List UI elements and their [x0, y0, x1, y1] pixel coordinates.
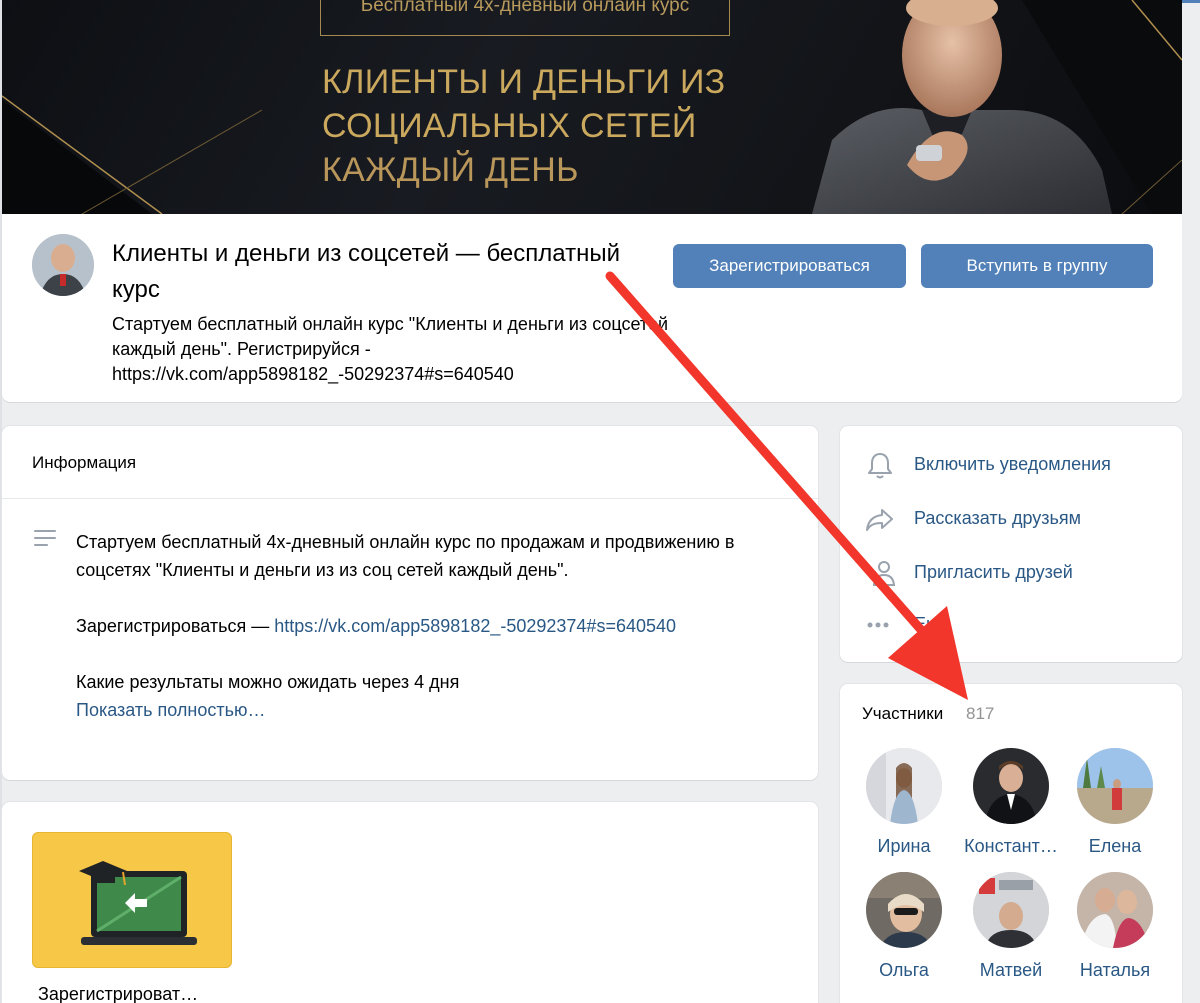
invite-friends-action[interactable]: Пригласить друзей — [864, 558, 1164, 588]
group-header: Бесплатный 4х-дневный онлайн курс КЛИЕНТ… — [2, 0, 1182, 402]
app-tile[interactable] — [32, 832, 232, 968]
member-item[interactable]: Ирина — [854, 748, 954, 857]
cover-title: КЛИЕНТЫ И ДЕНЬГИ ИЗ СОЦИАЛЬНЫХ СЕТЕЙ КАЖ… — [322, 60, 782, 192]
member-avatar — [1077, 872, 1153, 948]
register-link[interactable]: https://vk.com/app5898182_-50292374#s=64… — [274, 616, 676, 636]
member-item[interactable]: Ольга — [854, 872, 954, 981]
enable-notifications-label: Включить уведомления — [914, 454, 1111, 474]
info-card-title: Информация — [2, 426, 818, 499]
invite-friends-label: Пригласить друзей — [914, 562, 1073, 582]
cover-title-line-3: КАЖДЫЙ ДЕНЬ — [322, 151, 579, 189]
members-card: Участники 817 Ирина Констант… Елена Ольг… — [840, 684, 1182, 1003]
group-actions-card: Включить уведомления Рассказать друзьям … — [840, 426, 1182, 662]
register-prefix: Зарегистрироваться — — [76, 616, 275, 636]
member-name: Ирина — [877, 836, 931, 856]
member-item[interactable]: Матвей — [961, 872, 1061, 981]
show-more-link[interactable]: Показать полностью… — [76, 696, 796, 724]
member-name: Наталья — [1079, 960, 1151, 980]
member-avatar — [866, 748, 942, 824]
laptop-graduation-icon — [79, 861, 197, 945]
info-paragraph-1: Стартуем бесплатный 4х-дневный онлайн ку… — [76, 532, 735, 580]
more-dots-icon — [867, 622, 889, 628]
share-arrow-icon — [866, 509, 893, 531]
share-label: Рассказать друзьям — [914, 508, 1082, 528]
more-label: Ещё — [914, 614, 951, 634]
members-title[interactable]: Участники — [862, 704, 943, 724]
info-description: Стартуем бесплатный 4х-дневный онлайн ку… — [76, 528, 796, 724]
cover-title-line-2: СОЦИАЛЬНЫХ СЕТЕЙ — [322, 107, 697, 145]
cover-portrait-photo — [812, 0, 1112, 214]
group-avatar[interactable] — [32, 234, 94, 296]
more-action[interactable]: Ещё — [864, 610, 1164, 640]
member-avatar — [973, 748, 1049, 824]
cover-course-badge: Бесплатный 4х-дневный онлайн курс — [320, 0, 730, 36]
member-item[interactable]: Наталья — [1065, 872, 1165, 981]
member-item[interactable]: Елена — [1065, 748, 1165, 857]
group-avatar-photo — [32, 234, 94, 296]
member-name: Констант… — [964, 836, 1058, 856]
enable-notifications-action[interactable]: Включить уведомления — [864, 450, 1164, 480]
member-name: Матвей — [979, 960, 1043, 980]
member-item[interactable]: Констант… — [961, 748, 1061, 857]
register-button[interactable]: Зарегистрироваться — [673, 244, 906, 288]
member-name: Ольга — [879, 960, 929, 980]
member-avatar — [866, 872, 942, 948]
info-paragraph-3: Какие результаты можно ожидать через 4 д… — [76, 672, 460, 692]
group-name: Клиенты и деньги из соцсетей — бесплатны… — [112, 240, 620, 303]
cover-title-line-1: КЛИЕНТЫ И ДЕНЬГИ ИЗ — [322, 63, 726, 101]
info-paragraph-2: Зарегистрироваться — https://vk.com/app5… — [76, 612, 796, 640]
group-status: Стартуем бесплатный онлайн курс "Клиенты… — [112, 314, 669, 384]
description-lines-icon — [34, 530, 56, 546]
member-name: Елена — [1088, 836, 1142, 856]
join-group-button[interactable]: Вступить в группу — [921, 244, 1153, 288]
app-label[interactable]: Зарегистрироват… — [38, 984, 198, 1003]
app-widget-card — [2, 802, 818, 1003]
members-count: 817 — [966, 704, 995, 723]
member-avatar — [1077, 748, 1153, 824]
member-avatar — [973, 872, 1049, 948]
add-user-icon — [866, 561, 896, 586]
bell-icon — [868, 453, 892, 479]
share-action[interactable]: Рассказать друзьям — [864, 504, 1164, 534]
group-cover: Бесплатный 4х-дневный онлайн курс КЛИЕНТ… — [2, 0, 1182, 214]
info-card: Информация Стартуем бесплатный 4х-дневны… — [2, 426, 818, 780]
